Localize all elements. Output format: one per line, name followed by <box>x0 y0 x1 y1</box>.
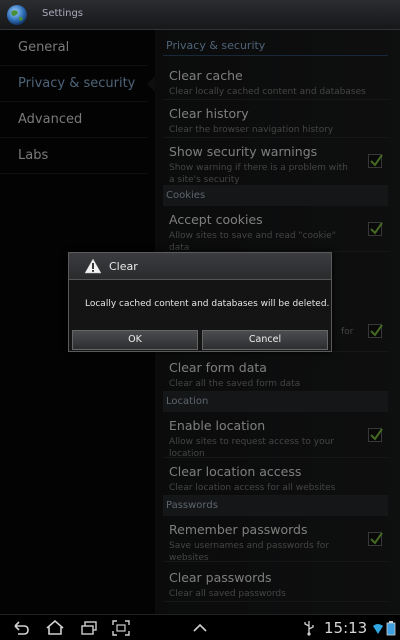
dialog-message: Locally cached content and databases wil… <box>85 299 330 309</box>
home-icon[interactable] <box>46 620 64 636</box>
warning-icon <box>84 258 102 274</box>
system-bar: 15:13 <box>0 614 400 640</box>
screenshot-icon[interactable] <box>112 620 130 636</box>
cancel-button[interactable]: Cancel <box>202 330 328 350</box>
battery-icon <box>386 621 396 636</box>
clock: 15:13 <box>324 619 368 637</box>
up-arrow-icon[interactable] <box>191 620 209 636</box>
usb-icon <box>304 621 314 636</box>
dialog-title: Clear <box>109 260 138 273</box>
clear-cache-dialog: Clear Locally cached content and databas… <box>68 252 332 352</box>
browser-globe-icon[interactable] <box>6 4 28 26</box>
ok-button[interactable]: OK <box>72 330 198 350</box>
back-icon[interactable] <box>12 620 30 636</box>
wifi-icon <box>373 624 383 634</box>
app-title: Settings <box>42 8 84 19</box>
recent-apps-icon[interactable] <box>80 620 98 636</box>
title-bar: Settings <box>0 0 400 30</box>
dialog-header: Clear <box>69 253 331 280</box>
